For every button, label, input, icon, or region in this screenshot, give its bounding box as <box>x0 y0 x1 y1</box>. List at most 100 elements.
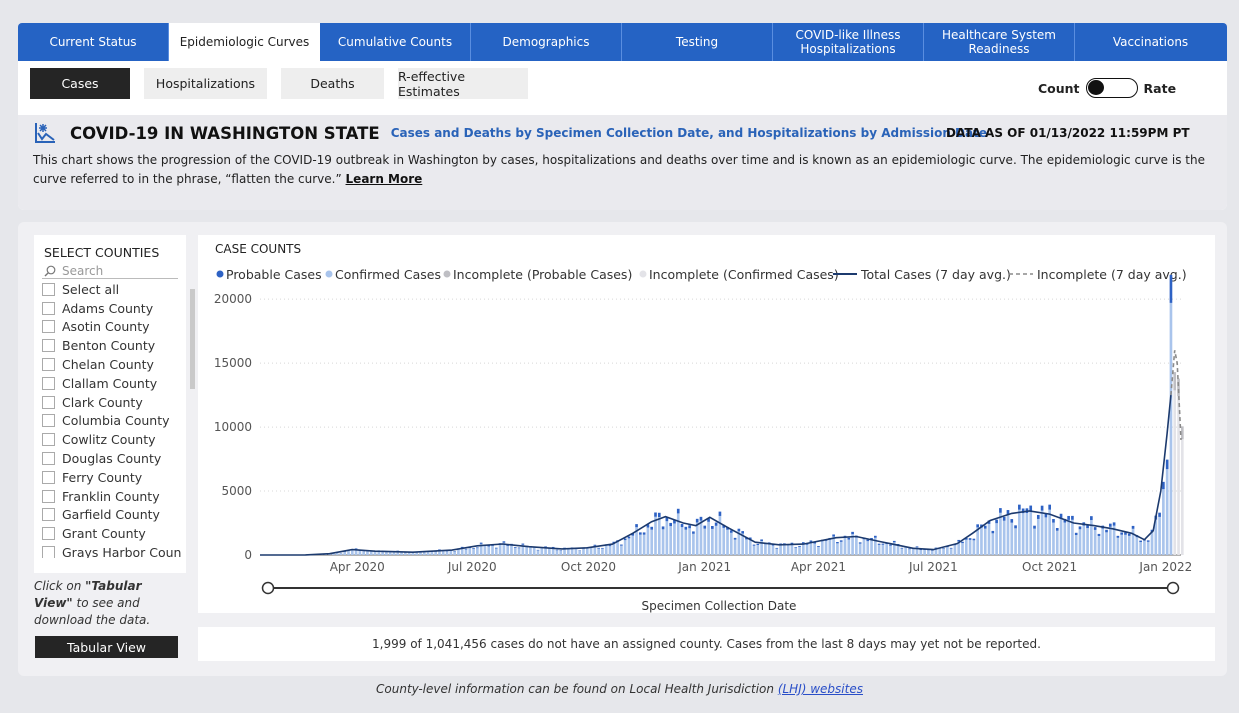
county-checkbox[interactable] <box>42 358 55 372</box>
confirmed-bar <box>1093 529 1097 555</box>
probable-bar <box>976 524 979 528</box>
county-checkbox[interactable] <box>42 376 55 390</box>
county-checkbox[interactable] <box>42 320 55 334</box>
county-checkbox[interactable] <box>42 508 55 522</box>
confirmed-bar <box>1002 520 1006 555</box>
range-slider-end-handle[interactable] <box>1166 581 1180 595</box>
probable-bar <box>699 516 703 521</box>
title-line: COVID-19 IN WASHINGTON STATE Cases and D… <box>33 121 987 145</box>
subtab-cases[interactable]: Cases <box>30 68 130 99</box>
tab-demographics[interactable]: Demographics <box>471 23 622 61</box>
county-checkbox[interactable] <box>42 414 55 428</box>
confirmed-bar <box>513 547 517 555</box>
probable-bar <box>851 531 854 535</box>
probable-bar <box>692 531 695 534</box>
confirmed-bar <box>1078 529 1082 555</box>
probable-bar <box>839 540 843 542</box>
probable-bar <box>676 508 680 514</box>
county-item[interactable]: Franklin County <box>42 487 181 506</box>
tab-vaccinations[interactable]: Vaccinations <box>1075 23 1226 61</box>
county-item[interactable]: Cowlitz County <box>42 430 181 449</box>
subtab-r-effective[interactable]: R-effective Estimates <box>398 68 528 99</box>
probable-bar <box>620 544 623 546</box>
county-checkbox[interactable] <box>42 282 55 296</box>
subtab-bar: Cases Hospitalizations Deaths R-effectiv… <box>30 68 542 99</box>
county-item[interactable]: Douglas County <box>42 449 181 468</box>
confirmed-bar <box>483 545 487 555</box>
y-tick-label: 15000 <box>214 356 252 370</box>
county-item[interactable]: Grant County <box>42 524 181 543</box>
tab-current-status[interactable]: Current Status <box>18 23 169 61</box>
probable-bar <box>1048 504 1051 510</box>
confirmed-bar <box>623 540 627 555</box>
probable-bar <box>1055 528 1059 531</box>
tab-healthcare-readiness[interactable]: Healthcare System Readiness <box>924 23 1075 61</box>
confirmed-bar <box>896 545 900 555</box>
county-item[interactable]: Benton County <box>42 336 181 355</box>
confirmed-bar <box>828 539 832 555</box>
county-item[interactable]: Garfield County <box>42 506 181 525</box>
confirmed-bar <box>506 545 510 555</box>
confirmed-bar <box>938 548 942 555</box>
confirmed-bar <box>404 552 407 555</box>
county-item[interactable]: Clark County <box>42 393 181 412</box>
probable-bar <box>623 538 627 541</box>
legend-dot-3 <box>639 270 647 278</box>
probable-bar <box>752 544 756 546</box>
county-checkbox[interactable] <box>42 527 55 541</box>
confirmed-bar <box>1040 510 1044 555</box>
confirmed-bar <box>983 528 987 555</box>
county-item[interactable]: Asotin County <box>42 318 181 337</box>
probable-bar <box>1146 540 1150 542</box>
confirmed-bar <box>703 528 707 555</box>
confirmed-bar <box>786 545 790 555</box>
tabular-view-button[interactable]: Tabular View <box>35 636 178 658</box>
county-item[interactable]: Grays Harbor County <box>42 543 181 558</box>
confirmed-bar <box>657 517 661 555</box>
county-checkbox[interactable] <box>42 395 55 409</box>
county-checkbox[interactable] <box>42 301 55 315</box>
tab-testing[interactable]: Testing <box>622 23 773 61</box>
confirmed-bar <box>801 543 805 555</box>
county-checkbox[interactable] <box>42 433 55 447</box>
tab-covid-like-illness[interactable]: COVID-like Illness Hospitalizations <box>773 23 924 61</box>
county-checkbox[interactable] <box>42 452 55 466</box>
probable-bar <box>1105 529 1108 533</box>
probable-bar <box>794 547 798 549</box>
probable-bar <box>1018 504 1021 510</box>
lhj-websites-link[interactable]: (LHJ) websites <box>778 682 863 696</box>
county-item[interactable]: Adams County <box>42 299 181 318</box>
county-item[interactable]: Columbia County <box>42 412 181 431</box>
county-search[interactable]: Search <box>42 263 178 279</box>
probable-bar <box>995 519 998 524</box>
county-checkbox[interactable] <box>42 339 55 353</box>
county-checkbox[interactable] <box>42 489 55 503</box>
search-icon <box>44 265 56 276</box>
count-rate-toggle[interactable] <box>1085 78 1138 98</box>
probable-bar <box>949 547 953 549</box>
county-item[interactable]: Ferry County <box>42 468 181 487</box>
confirmed-bar <box>457 549 460 555</box>
confirmed-bar <box>688 528 691 555</box>
subtab-hospitalizations[interactable]: Hospitalizations <box>144 68 267 99</box>
county-list-scrollbar[interactable] <box>190 289 195 389</box>
info-banner: COVID-19 IN WASHINGTON STATE Cases and D… <box>18 115 1227 210</box>
confirmed-bar <box>532 547 536 555</box>
probable-bar <box>1033 525 1036 529</box>
range-slider-start-handle[interactable] <box>261 581 275 595</box>
tab-epidemiologic-curves[interactable]: Epidemiologic Curves <box>169 23 320 61</box>
county-checkbox[interactable] <box>42 470 55 484</box>
county-item[interactable]: Select all <box>42 280 181 299</box>
probable-bar <box>877 543 881 545</box>
x-tick-label: Apr 2021 <box>791 560 846 574</box>
confirmed-bar <box>889 545 892 555</box>
county-checkbox[interactable] <box>42 546 55 558</box>
description-text: This chart shows the progression of the … <box>33 153 1205 186</box>
county-label: Clark County <box>62 394 143 410</box>
county-list: Select all Adams County Asotin County Bento… <box>42 280 181 558</box>
county-item[interactable]: Clallam County <box>42 374 181 393</box>
tab-cumulative-counts[interactable]: Cumulative Counts <box>320 23 471 61</box>
county-item[interactable]: Chelan County <box>42 355 181 374</box>
subtab-deaths[interactable]: Deaths <box>281 68 384 99</box>
learn-more-link[interactable]: Learn More <box>346 172 423 186</box>
